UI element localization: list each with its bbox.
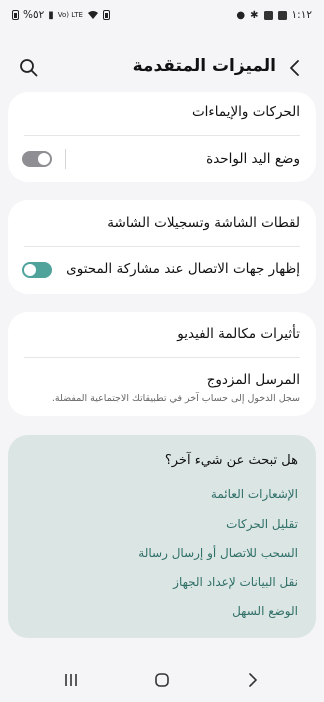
suggestions-card: هل تبحث عن شيء آخر؟ الإشعارات العائمة تق… [8, 435, 316, 638]
suggestion-link-floating-notifications[interactable]: الإشعارات العائمة [211, 487, 298, 501]
gallery-notification-icon [277, 10, 287, 20]
recent-apps-button[interactable] [59, 670, 83, 690]
page-title: الميزات المتقدمة [132, 56, 276, 76]
battery-saver-icon [102, 10, 110, 20]
motions-gestures-item[interactable]: الحركات والإيماءات [8, 92, 316, 136]
video-call-effects-item[interactable]: تأثيرات مكالمة الفيديو [8, 312, 316, 358]
check-notification-icon [263, 10, 273, 20]
settings-group-3: تأثيرات مكالمة الفيديو المرسل المزدوج سج… [8, 312, 316, 416]
show-contacts-sharing-item[interactable]: إظهار جهات الاتصال عند مشاركة المحتوى [8, 247, 316, 294]
home-icon [155, 673, 169, 687]
video-call-effects-label: تأثيرات مكالمة الفيديو [177, 326, 300, 342]
home-button[interactable] [150, 670, 174, 690]
show-contacts-sharing-toggle[interactable] [22, 262, 52, 278]
one-hand-mode-item[interactable]: وضع اليد الواحدة [8, 136, 316, 182]
suggestion-link-swipe-to-call[interactable]: السحب للاتصال أو إرسال رسالة [138, 546, 298, 560]
one-hand-mode-toggle[interactable] [22, 151, 52, 167]
status-left: %٥٢ ▮ Vo) LTE [12, 9, 110, 21]
vertical-separator [65, 149, 66, 169]
battery-icon [12, 10, 19, 20]
settings-notification-icon: ✱ [250, 9, 259, 21]
wifi-icon [87, 11, 98, 19]
settings-group-2: لقطات الشاشة وتسجيلات الشاشة إظهار جهات … [8, 200, 316, 294]
app-header: الميزات المتقدمة [0, 48, 324, 88]
dual-messenger-label: المرسل المزدوج [206, 372, 300, 388]
back-nav-button[interactable] [241, 670, 265, 690]
recent-apps-icon [65, 674, 77, 686]
clock: ١:١٢ [291, 9, 312, 21]
status-bar: %٥٢ ▮ Vo) LTE ● ✱ ١:١٢ [0, 0, 324, 30]
search-icon [20, 59, 38, 77]
dual-messenger-description: سجل الدخول إلى حساب آخر في تطبيقاتك الاج… [51, 393, 300, 404]
suggestion-link-reduce-animations[interactable]: تقليل الحركات [226, 517, 298, 531]
dual-messenger-item[interactable]: المرسل المزدوج سجل الدخول إلى حساب آخر ف… [8, 358, 316, 416]
search-button[interactable] [18, 57, 40, 79]
status-right: ● ✱ ١:١٢ [236, 9, 312, 21]
screenshots-recordings-item[interactable]: لقطات الشاشة وتسجيلات الشاشة [8, 200, 316, 247]
dot-icon: ● [236, 9, 246, 21]
navigation-bar [0, 656, 324, 702]
suggestions-title: هل تبحث عن شيء آخر؟ [164, 453, 298, 468]
back-nav-icon [249, 673, 257, 687]
screenshots-recordings-label: لقطات الشاشة وتسجيلات الشاشة [107, 215, 300, 231]
network-type: Vo) LTE [57, 11, 83, 19]
suggestion-link-easy-mode[interactable]: الوضع السهل [232, 604, 298, 618]
chevron-left-icon [290, 60, 299, 76]
battery-percent: %٥٢ [23, 9, 45, 21]
motions-gestures-label: الحركات والإيماءات [191, 104, 300, 120]
back-button[interactable] [284, 57, 306, 79]
signal-icon: ▮ [48, 9, 54, 21]
toggle-knob [24, 264, 36, 276]
show-contacts-sharing-label: إظهار جهات الاتصال عند مشاركة المحتوى [66, 261, 300, 277]
settings-group-1: الحركات والإيماءات وضع اليد الواحدة [8, 92, 316, 182]
toggle-knob [38, 153, 50, 165]
suggestion-link-transfer-data[interactable]: نقل البيانات لإعداد الجهاز [173, 575, 298, 589]
